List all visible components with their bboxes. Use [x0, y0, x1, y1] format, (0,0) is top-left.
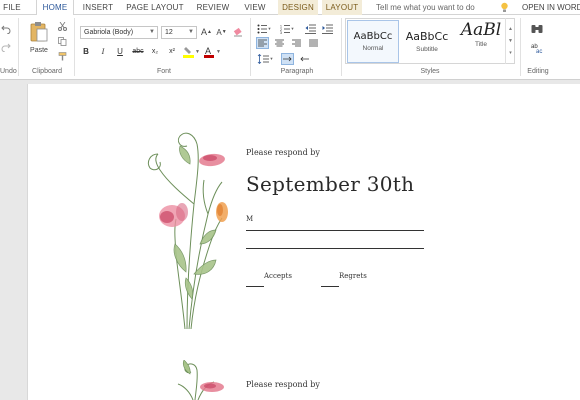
tab-design[interactable]: DESIGN — [278, 0, 318, 15]
tab-view[interactable]: VIEW — [240, 0, 270, 15]
undo-icon[interactable] — [0, 23, 12, 35]
svg-text:▼: ▼ — [216, 49, 220, 55]
styles-gallery: AaBbCc Normal AaBbCc Subtitle AaBl Title — [345, 18, 515, 64]
style-sample: AaBbCc — [405, 30, 449, 43]
font-name-value: Gabriola (Body) — [84, 29, 134, 36]
style-label: Normal — [362, 45, 384, 52]
clear-formatting-icon[interactable] — [232, 26, 243, 38]
chevron-down-icon: ▼ — [188, 29, 194, 35]
style-label: Subtitle — [416, 46, 438, 53]
svg-text:3: 3 — [280, 31, 282, 34]
respond-date: September 30th — [246, 172, 415, 196]
cut-icon[interactable] — [57, 21, 67, 31]
font-group-label: Font — [156, 68, 171, 75]
replace-icon[interactable]: ab ac — [530, 41, 544, 54]
more-styles-icon[interactable]: ▾ — [509, 50, 512, 56]
paste-icon[interactable] — [28, 21, 50, 43]
paragraph-group-label: Paragraph — [280, 68, 314, 75]
svg-text:▼: ▼ — [195, 49, 199, 55]
flower-illustration — [147, 132, 228, 330]
separator — [250, 18, 251, 76]
tab-file[interactable]: FILE — [0, 0, 24, 15]
subscript-button[interactable]: x₂ — [148, 46, 162, 58]
clipboard-group-label: Clipboard — [32, 68, 62, 75]
font-name-combo[interactable]: Gabriola (Body) ▼ — [80, 26, 158, 39]
document-canvas[interactable]: Please respond by September 30th M Accep… — [0, 80, 580, 400]
line-spacing-icon[interactable]: ▼ — [256, 53, 274, 65]
redo-icon[interactable] — [0, 41, 12, 53]
align-center-button[interactable] — [273, 37, 286, 49]
chevron-down-icon: ▼ — [149, 29, 155, 35]
style-sample: AaBbCc — [353, 31, 393, 42]
underline-button[interactable]: U — [114, 46, 126, 58]
chevron-up-icon[interactable]: ▲ — [508, 26, 513, 32]
accepts-label: Accepts — [264, 272, 292, 280]
font-color-icon[interactable]: A ▼ — [203, 46, 221, 58]
m-label: M — [246, 215, 254, 223]
tab-page-layout[interactable]: PAGE LAYOUT — [124, 0, 186, 15]
tab-review[interactable]: REVIEW — [194, 0, 232, 15]
highlight-color-icon[interactable]: ▼ — [182, 46, 200, 58]
italic-button[interactable]: I — [97, 46, 109, 58]
tab-layout[interactable]: LAYOUT — [322, 0, 362, 15]
svg-text:ac: ac — [536, 49, 542, 53]
bold-button[interactable]: B — [80, 46, 92, 58]
justify-button[interactable] — [307, 37, 320, 49]
respond-by-text: Please respond by — [246, 380, 320, 389]
shrink-font-icon[interactable]: A ▼ — [216, 26, 227, 38]
flower-illustration — [177, 360, 224, 400]
accepts-checkbox-line[interactable] — [246, 286, 264, 287]
svg-text:▼: ▼ — [268, 26, 272, 31]
styles-scroll[interactable]: ▲ ▼ ▾ — [505, 18, 515, 64]
lightbulb-icon[interactable] — [500, 2, 509, 13]
style-sample: AaBl — [460, 20, 502, 40]
separator — [74, 18, 75, 76]
increase-indent-icon[interactable] — [321, 23, 333, 35]
ribbon-home: Undo Paste Clipboard Gabriola (Body) ▼ 1… — [0, 15, 580, 80]
tab-home[interactable]: HOME — [36, 0, 74, 16]
format-painter-icon[interactable] — [57, 51, 67, 61]
name-line-1 — [246, 230, 424, 231]
rtl-text-direction-button[interactable] — [298, 53, 311, 65]
respond-by-text: Please respond by — [246, 148, 320, 157]
styles-group-label: Styles — [420, 68, 440, 75]
chevron-down-icon[interactable]: ▼ — [508, 38, 513, 44]
svg-text:▼: ▼ — [291, 26, 295, 31]
regrets-label: Regrets — [339, 272, 367, 280]
bullets-icon[interactable]: ▼ — [256, 23, 272, 35]
style-normal[interactable]: AaBbCc Normal — [347, 20, 399, 63]
separator — [18, 18, 19, 76]
ribbon-tab-bar: FILE HOME INSERT PAGE LAYOUT REVIEW VIEW… — [0, 0, 580, 16]
ltr-text-direction-button[interactable] — [281, 53, 294, 65]
editing-group-label: Editing — [527, 68, 549, 75]
style-title[interactable]: AaBl Title — [455, 20, 507, 63]
font-size-value: 12 — [165, 29, 173, 36]
grow-font-icon[interactable]: A ▲ — [201, 26, 212, 38]
font-size-combo[interactable]: 12 ▼ — [161, 26, 197, 39]
align-right-button[interactable] — [290, 37, 303, 49]
tell-me-search[interactable]: Tell me what you want to do — [372, 0, 512, 15]
find-icon[interactable] — [530, 23, 544, 36]
svg-text:A: A — [205, 46, 211, 56]
undo-group-label: Undo — [0, 68, 17, 75]
document-page[interactable]: Please respond by September 30th M Accep… — [27, 84, 580, 400]
open-in-word-button[interactable]: OPEN IN WORD — [522, 0, 580, 15]
numbering-icon[interactable]: 1 2 3 ▼ — [279, 23, 295, 35]
style-label: Title — [474, 41, 488, 48]
separator — [520, 18, 521, 76]
decrease-indent-icon[interactable] — [304, 23, 316, 35]
superscript-button[interactable]: x² — [165, 46, 179, 58]
strikethrough-button[interactable]: abc — [131, 46, 145, 58]
regrets-checkbox-line[interactable] — [321, 286, 339, 287]
style-subtitle[interactable]: AaBbCc Subtitle — [401, 20, 453, 63]
separator — [341, 18, 342, 76]
name-line-2 — [246, 248, 424, 249]
copy-icon[interactable] — [57, 36, 67, 46]
word-online-window: FILE HOME INSERT PAGE LAYOUT REVIEW VIEW… — [0, 0, 580, 400]
svg-text:▼: ▼ — [270, 56, 274, 61]
tab-insert[interactable]: INSERT — [80, 0, 116, 15]
paste-button[interactable]: Paste — [26, 45, 52, 55]
align-left-button[interactable] — [256, 37, 269, 49]
